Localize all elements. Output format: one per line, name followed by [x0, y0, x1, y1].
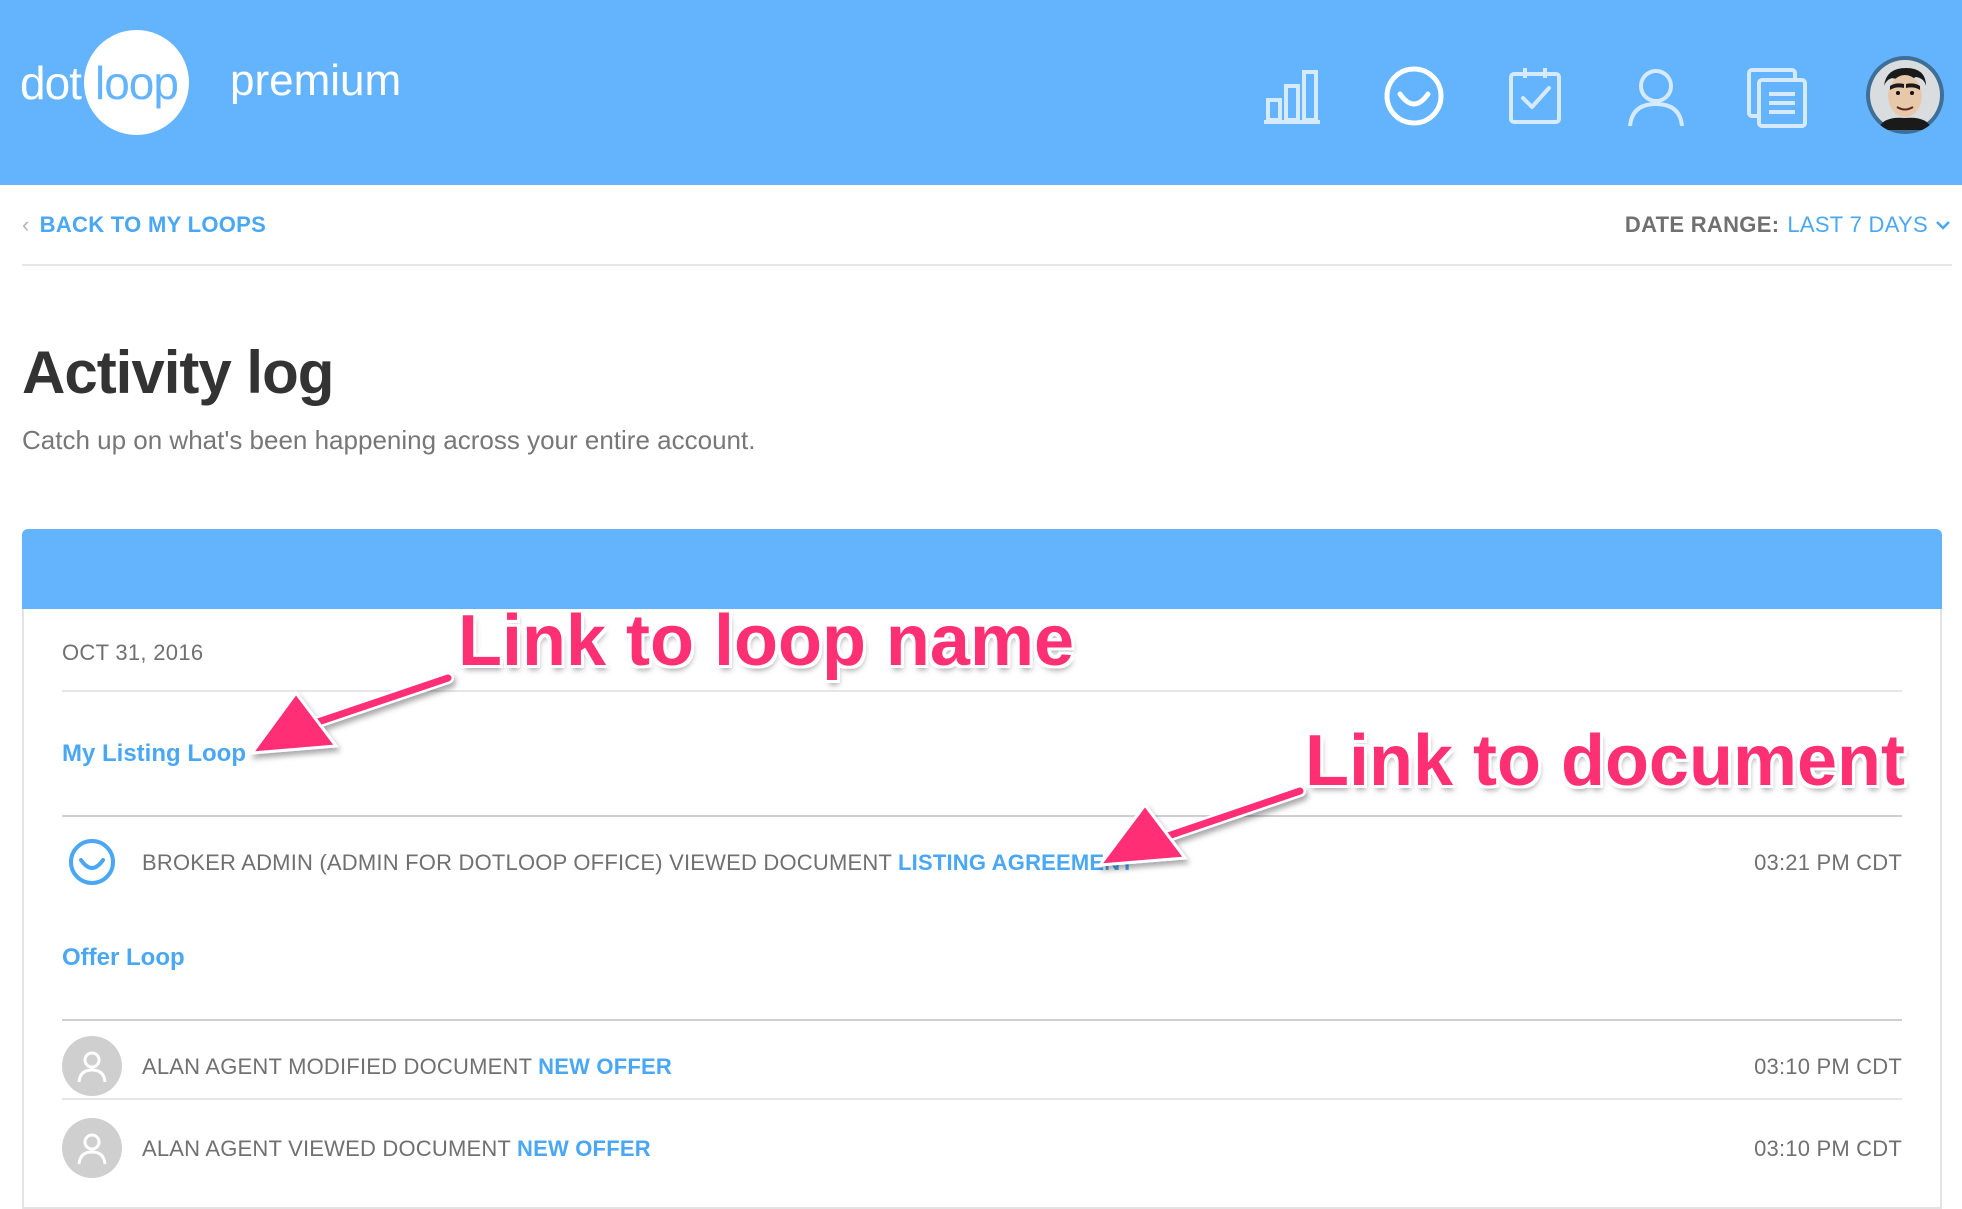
activity-date: OCT 31, 2016 — [62, 640, 204, 665]
loop-name-link[interactable]: Offer Loop — [62, 944, 185, 972]
activity-time: 03:21 PM CDT — [1754, 850, 1902, 875]
user-avatar-icon — [62, 1118, 122, 1178]
annotation-loop-name: Link to loop name — [458, 601, 1075, 681]
user-avatar-icon — [62, 1036, 122, 1096]
chevron-left-icon: ‹ — [22, 212, 30, 237]
logo-loop-circle: loop — [83, 30, 189, 135]
document-link[interactable]: NEW OFFER — [538, 1054, 672, 1079]
page-subtitle: Catch up on what's been happening across… — [22, 425, 756, 455]
logo-dot-text: dot — [20, 56, 82, 109]
chevron-down-icon[interactable] — [1934, 216, 1952, 234]
activity-time: 03:10 PM CDT — [1754, 1136, 1902, 1161]
activity-description: ALAN AGENT VIEWED DOCUMENT NEW OFFER — [142, 1136, 651, 1162]
date-range-label: DATE RANGE: — [1624, 212, 1780, 237]
logo-premium-text: premium — [230, 56, 402, 105]
date-range-selector[interactable]: DATE RANGE: LAST 7 DAYS — [1625, 212, 1952, 238]
dotloop-logo[interactable]: dot loop — [20, 30, 189, 135]
date-range-value[interactable]: LAST 7 DAYS — [1787, 212, 1928, 238]
dotloop-smile-icon — [62, 832, 122, 892]
activity-row: ALAN AGENT MODIFIED DOCUMENT NEW OFFER 0… — [62, 1020, 1902, 1100]
smile-activity-icon[interactable] — [1382, 64, 1446, 128]
activity-card-header — [22, 529, 1942, 609]
activity-text: ALAN AGENT MODIFIED DOCUMENT — [142, 1054, 539, 1079]
back-link-label: BACK TO MY LOOPS — [39, 212, 267, 237]
page-title: Activity log — [22, 339, 334, 406]
chart-icon[interactable] — [1260, 64, 1324, 128]
activity-description: BROKER ADMIN (ADMIN FOR DOTLOOP OFFICE) … — [142, 850, 1134, 876]
activity-text: BROKER ADMIN (ADMIN FOR DOTLOOP OFFICE) … — [142, 850, 898, 875]
sub-navigation: ‹ BACK TO MY LOOPS DATE RANGE: LAST 7 DA… — [22, 210, 1952, 266]
documents-icon[interactable] — [1745, 64, 1809, 128]
activity-text: ALAN AGENT VIEWED DOCUMENT — [142, 1136, 517, 1161]
document-link[interactable]: LISTING AGREEMENT — [898, 850, 1134, 875]
document-link[interactable]: NEW OFFER — [517, 1136, 651, 1161]
activity-row: BROKER ADMIN (ADMIN FOR DOTLOOP OFFICE) … — [62, 816, 1902, 896]
activity-row: ALAN AGENT VIEWED DOCUMENT NEW OFFER 03:… — [62, 1102, 1902, 1182]
loop-name-link[interactable]: My Listing Loop — [62, 740, 246, 768]
user-profile-icon[interactable] — [1624, 64, 1688, 128]
annotation-document: Link to document — [1305, 721, 1905, 801]
activity-time: 03:10 PM CDT — [1754, 1054, 1902, 1079]
top-header: dot loop premium — [0, 0, 1962, 185]
user-avatar[interactable] — [1866, 56, 1944, 134]
back-to-my-loops-link[interactable]: ‹ BACK TO MY LOOPS — [22, 212, 266, 238]
activity-description: ALAN AGENT MODIFIED DOCUMENT NEW OFFER — [142, 1054, 672, 1080]
tasks-checklist-icon[interactable] — [1503, 64, 1567, 128]
